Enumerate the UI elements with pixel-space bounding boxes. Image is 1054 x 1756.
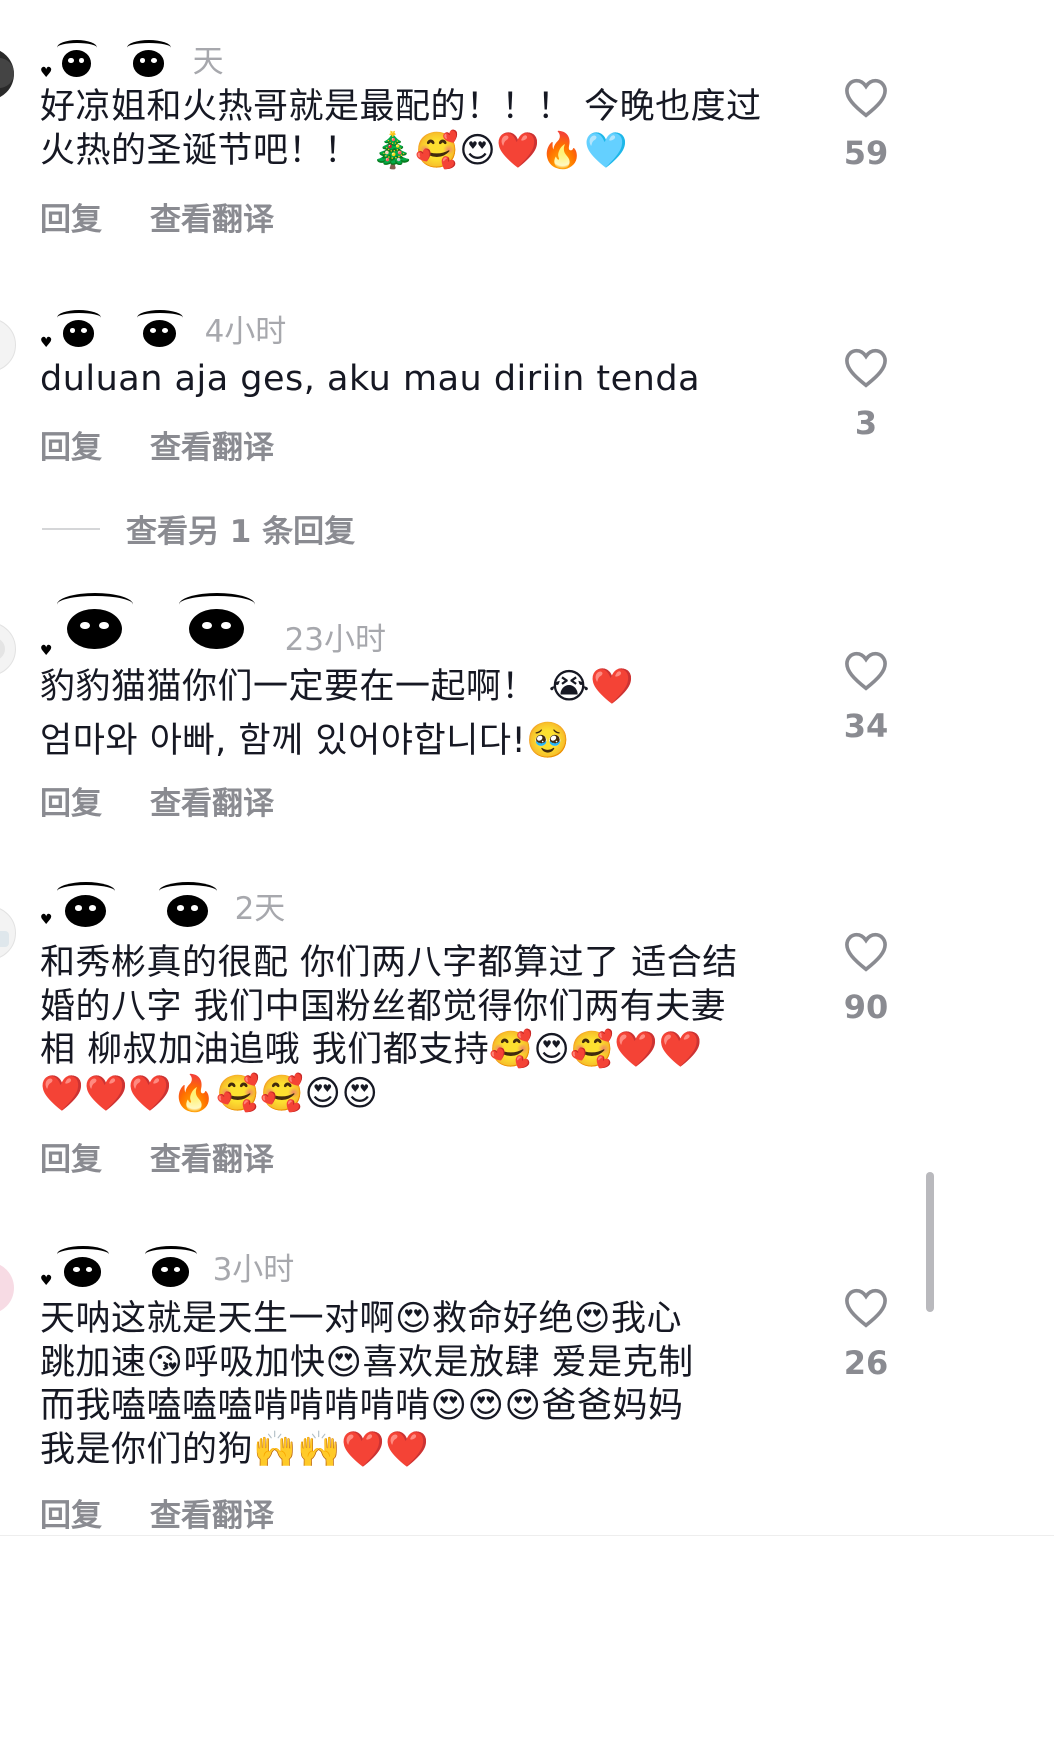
username-heart-icon: ♥	[40, 643, 53, 659]
eye-icon	[56, 309, 101, 348]
translate-button[interactable]: 查看翻译	[150, 1134, 274, 1179]
heart-outline-icon	[845, 78, 887, 118]
comment-actions: 回复 查看翻译	[40, 1490, 274, 1535]
username[interactable]: ♥ 2天	[40, 882, 285, 928]
like-count: 59	[843, 134, 889, 172]
translate-button[interactable]: 查看翻译	[150, 778, 274, 823]
username-heart-icon: ♥	[40, 335, 53, 351]
like-button[interactable]: 26	[836, 1288, 896, 1382]
avatar[interactable]	[0, 622, 16, 676]
heart-outline-icon	[845, 651, 887, 691]
comment-actions: 回复 查看翻译	[40, 194, 274, 239]
comment-text: 好凉姐和火热哥就是最配的！！！ 今晚也度过 火热的圣诞节吧！！ 🎄🥰😍❤️🔥🩵	[40, 87, 762, 171]
reply-button[interactable]: 回复	[40, 1490, 150, 1535]
heart-outline-icon	[845, 348, 887, 388]
scrollbar[interactable]	[926, 1172, 934, 1312]
like-count: 3	[854, 404, 878, 442]
like-count: 26	[843, 1344, 889, 1382]
heart-outline-icon	[845, 1288, 887, 1328]
avatar[interactable]	[0, 906, 16, 960]
comment-time: 23小时	[284, 622, 387, 658]
divider-line	[42, 527, 100, 530]
like-button[interactable]: 90	[836, 932, 896, 1026]
heart-outline-icon	[845, 932, 887, 972]
like-button[interactable]: 34	[836, 651, 896, 745]
avatar[interactable]	[0, 48, 14, 100]
username-heart-icon: ♥	[40, 1273, 53, 1289]
comment-time: 3小时	[212, 1252, 295, 1288]
translate-button[interactable]: 查看翻译	[150, 1490, 274, 1535]
reply-button[interactable]: 回复	[40, 1134, 150, 1179]
reply-button[interactable]: 回复	[40, 778, 150, 823]
view-more-replies-button[interactable]: 查看另 1 条回复	[42, 506, 355, 551]
eye-icon	[126, 39, 171, 78]
view-more-replies-label: 查看另 1 条回复	[126, 514, 356, 550]
translate-button[interactable]: 查看翻译	[150, 194, 274, 239]
comment-text: duluan aja ges, aku mau diriin tenda	[40, 359, 701, 399]
eye-icon	[178, 592, 255, 651]
like-count: 90	[843, 988, 889, 1026]
divider-line	[0, 1535, 1054, 1536]
avatar[interactable]	[0, 318, 16, 372]
comment-actions: 回复 查看翻译	[40, 1134, 274, 1179]
comment-text: 天呐这就是天生一对啊😍救命好绝😍我心 跳加速😘呼吸加快😍喜欢是放肆 爱是克制 而…	[40, 1299, 694, 1470]
username[interactable]: ♥ 天	[40, 36, 224, 81]
eye-icon	[56, 39, 97, 78]
username[interactable]: ♥ 23小时	[40, 584, 386, 659]
like-button[interactable]: 59	[836, 78, 896, 172]
eye-icon	[144, 1245, 197, 1288]
username[interactable]: ♥ 4小时	[40, 306, 286, 351]
comment-time: 2天	[234, 890, 286, 927]
comment-text: 和秀彬真的很配 你们两八字都算过了 适合结 婚的八字 我们中国粉丝都觉得你们两有…	[40, 943, 738, 1114]
like-button[interactable]: 3	[836, 348, 896, 442]
comment-time: 天	[192, 44, 224, 80]
eye-icon	[136, 309, 183, 348]
comment-text: 豹豹猫猫你们一定要在一起啊！ 😭❤️ 엄마와 아빠, 함께 있어야합니다!🥹	[40, 667, 635, 761]
reply-button[interactable]: 回复	[40, 422, 150, 467]
username-heart-icon: ♥	[40, 912, 53, 928]
translate-button[interactable]: 查看翻译	[150, 422, 274, 467]
eye-icon	[56, 882, 115, 928]
username-heart-icon: ♥	[40, 65, 53, 81]
eye-icon	[56, 592, 133, 651]
comment-time: 4小时	[204, 314, 287, 350]
like-count: 34	[843, 707, 889, 745]
reply-button[interactable]: 回复	[40, 194, 150, 239]
avatar[interactable]	[0, 1262, 14, 1314]
comment-actions: 回复 查看翻译	[40, 422, 274, 467]
username[interactable]: ♥ 3小时	[40, 1244, 294, 1289]
eye-icon	[158, 882, 217, 928]
eye-icon	[56, 1245, 109, 1288]
comment-actions: 回复 查看翻译	[40, 778, 274, 823]
